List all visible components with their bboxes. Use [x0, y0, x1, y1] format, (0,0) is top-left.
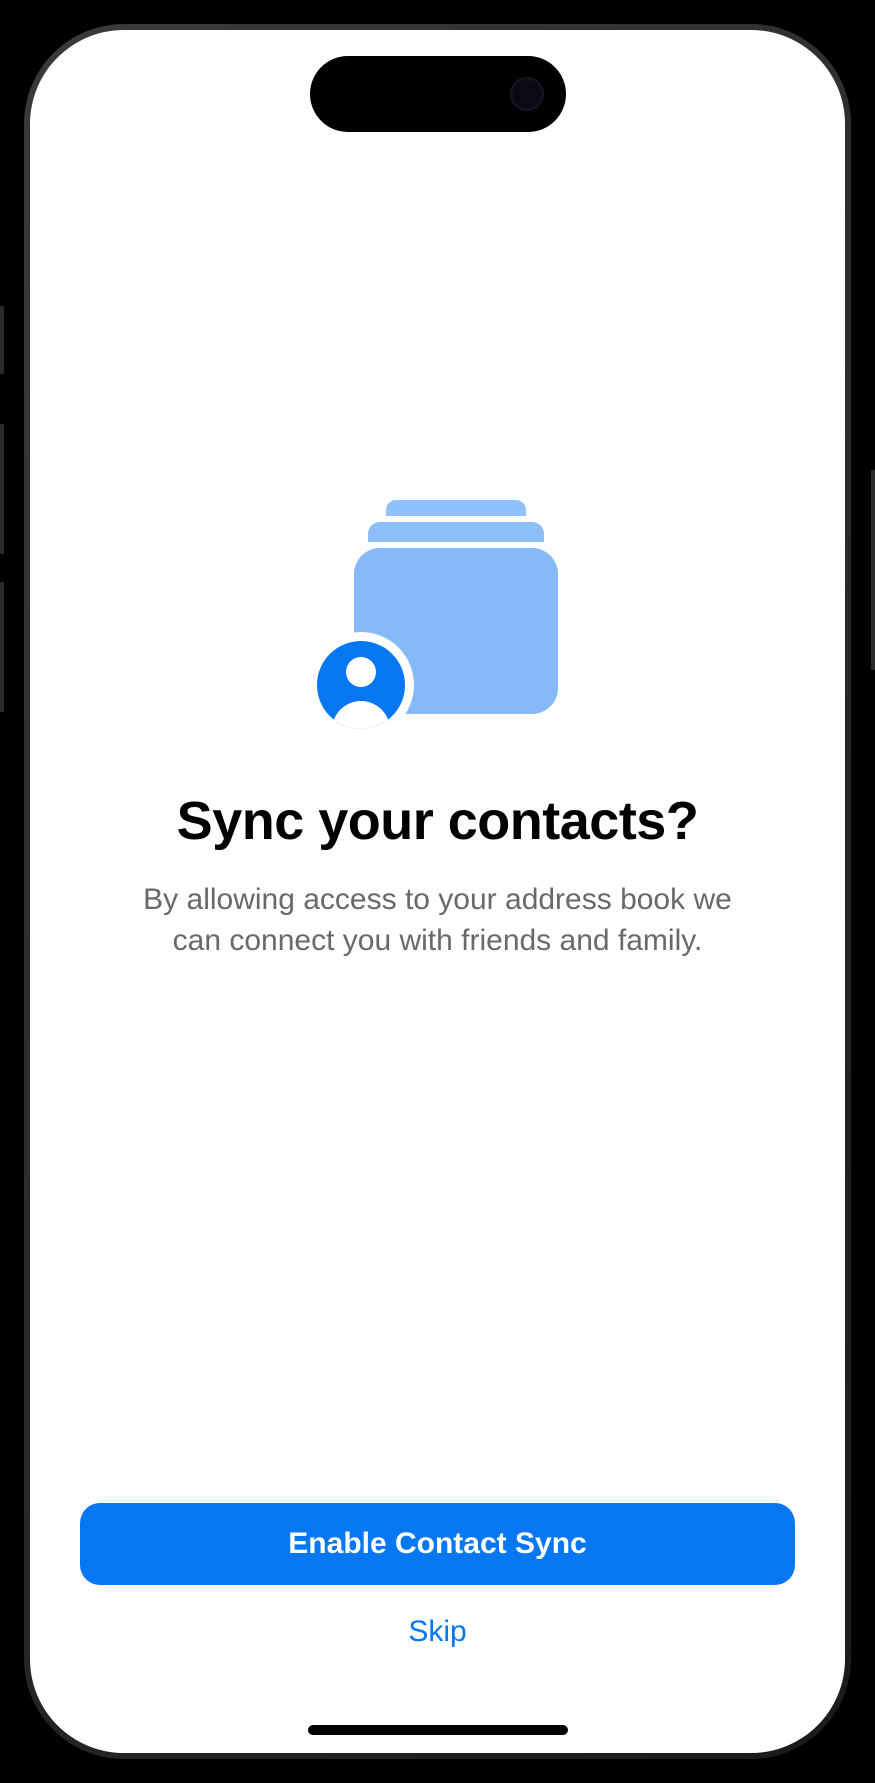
- power-button: [871, 470, 875, 670]
- action-bar: Enable Contact Sync Skip: [30, 1503, 845, 1753]
- page-title: Sync your contacts?: [177, 790, 699, 852]
- person-badge: [308, 632, 414, 738]
- folder-layer-mid: [368, 522, 544, 542]
- volume-up-button: [0, 424, 4, 554]
- enable-contact-sync-button[interactable]: Enable Contact Sync: [80, 1503, 795, 1585]
- silent-switch: [0, 306, 4, 374]
- phone-frame: Sync your contacts? By allowing access t…: [0, 0, 875, 1783]
- screen: Sync your contacts? By allowing access t…: [30, 30, 845, 1753]
- phone-bezel: Sync your contacts? By allowing access t…: [24, 24, 851, 1759]
- skip-button[interactable]: Skip: [388, 1607, 486, 1657]
- front-camera: [510, 77, 544, 111]
- home-indicator[interactable]: [308, 1725, 568, 1735]
- contacts-folder-icon: [308, 500, 568, 730]
- person-avatar-icon: [317, 641, 405, 729]
- page-description: By allowing access to your address book …: [128, 880, 748, 961]
- folder-layer-back: [386, 500, 526, 516]
- onboarding-content: Sync your contacts? By allowing access t…: [30, 30, 845, 1503]
- volume-down-button: [0, 582, 4, 712]
- dynamic-island: [310, 56, 566, 132]
